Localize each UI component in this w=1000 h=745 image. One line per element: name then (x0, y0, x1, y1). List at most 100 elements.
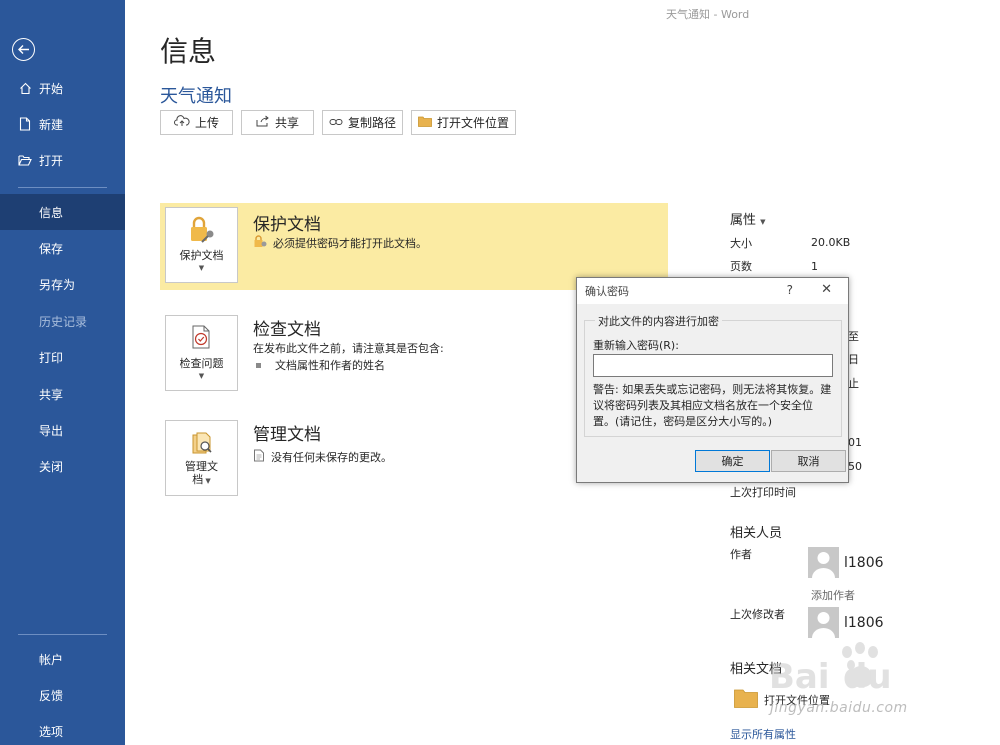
password-warning-text: 警告: 如果丢失或忘记密码，则无法将其恢复。建议将密码列表及其相应文档名放在一个… (593, 383, 832, 428)
sidebar-item-label: 打印 (39, 350, 64, 365)
sidebar-item-history: 历史记录 (0, 303, 125, 339)
page-title: 信息 (160, 35, 217, 68)
manage-document-icon (187, 431, 217, 460)
back-arrow-icon[interactable] (12, 38, 35, 61)
related-people-header: 相关人员 (730, 526, 783, 541)
inspect-document-title: 检查文档 (253, 320, 321, 340)
sidebar-item-share[interactable]: 共享 (0, 376, 125, 412)
share-button[interactable]: 共享 (241, 110, 314, 135)
sidebar-item-new[interactable]: 新建 (0, 106, 125, 142)
partial-value: 至 (848, 330, 859, 343)
watermark-url: jingyan.baidu.com (770, 700, 908, 716)
close-icon[interactable]: ✕ (821, 282, 832, 297)
sidebar-item-account[interactable]: 帐户 (0, 641, 125, 677)
sidebar-item-label: 保存 (39, 241, 64, 256)
sidebar-item-save-as[interactable]: 另存为 (0, 266, 125, 302)
sidebar-item-info[interactable]: 信息 (0, 194, 125, 230)
backstage-sidebar: 开始 新建 打开 信息 保存 另存为 历史记录 打印 共享 导出 关闭 帐户 反… (0, 0, 125, 745)
folder-icon (734, 688, 758, 711)
last-printed-label: 上次打印时间 (730, 486, 796, 499)
properties-header[interactable]: 属性 ▼ (730, 209, 766, 228)
protect-document-title: 保护文档 (253, 215, 321, 235)
sidebar-item-label: 打开 (39, 153, 64, 168)
folder-icon (418, 116, 432, 130)
encrypt-contents-group: 对此文件的内容进行加密 重新输入密码(R): 警告: 如果丢失或忘记密码，则无法… (584, 313, 842, 437)
lock-warning-icon (253, 235, 267, 251)
group-title: 对此文件的内容进行加密 (595, 313, 722, 329)
sidebar-item-label: 选项 (39, 724, 64, 739)
protect-document-description: 必须提供密码才能打开此文档。 (253, 235, 427, 251)
sidebar-item-label: 另存为 (39, 277, 76, 292)
partial-value: 止 (848, 377, 859, 390)
avatar (808, 547, 839, 578)
author-label: 作者 (730, 548, 752, 561)
confirm-password-dialog: 确认密码 ? ✕ 对此文件的内容进行加密 重新输入密码(R): 警告: 如果丢失… (576, 277, 849, 483)
inspect-document-icon (187, 324, 217, 355)
share-icon (256, 115, 270, 130)
sidebar-item-label: 新建 (39, 117, 64, 132)
open-file-location-button[interactable]: 打开文件位置 (411, 110, 516, 135)
dialog-titlebar: 确认密码 ? ✕ (577, 278, 848, 304)
size-label: 大小 (730, 237, 752, 250)
new-document-icon (18, 117, 32, 131)
partial-value: 01 (848, 436, 862, 449)
svg-text:Bai: Bai (769, 657, 830, 697)
sidebar-item-open[interactable]: 打开 (0, 142, 125, 178)
cancel-button[interactable]: 取消 (771, 450, 846, 472)
sidebar-item-label: 导出 (39, 423, 64, 438)
help-icon[interactable]: ? (787, 283, 793, 297)
sidebar-divider (18, 187, 107, 188)
sidebar-item-options[interactable]: 选项 (0, 713, 125, 745)
protect-document-button[interactable]: 保护文档 ▼ (165, 207, 238, 283)
chevron-down-icon: ▼ (198, 264, 205, 272)
reenter-password-label: 重新输入密码(R): (593, 339, 679, 352)
upload-button[interactable]: 上传 (160, 110, 233, 135)
sidebar-item-label: 历史记录 (39, 314, 88, 329)
sidebar-item-feedback[interactable]: 反馈 (0, 677, 125, 713)
document-status-icon (253, 449, 265, 465)
window-title: 天气通知 - Word (666, 8, 750, 21)
sidebar-item-label: 信息 (39, 205, 64, 220)
manage-document-description: 没有任何未保存的更改。 (253, 449, 392, 465)
document-name: 天气通知 (160, 86, 232, 107)
home-icon (18, 81, 32, 95)
sidebar-item-print[interactable]: 打印 (0, 339, 125, 375)
author-name[interactable]: l1806 (844, 555, 884, 571)
sidebar-item-label: 关闭 (39, 459, 64, 474)
manage-document-title: 管理文档 (253, 425, 321, 445)
ok-button[interactable]: 确定 (695, 450, 770, 472)
sidebar-divider (18, 634, 107, 635)
partial-value: 50 (848, 460, 862, 473)
sidebar-item-label: 帐户 (39, 652, 64, 667)
add-author-link[interactable]: 添加作者 (811, 587, 855, 603)
sidebar-item-export[interactable]: 导出 (0, 412, 125, 448)
chevron-down-icon: ▼ (198, 372, 205, 380)
svg-text:du: du (843, 657, 892, 697)
sidebar-item-label: 开始 (39, 81, 64, 96)
bullet-icon (256, 362, 261, 368)
open-folder-icon (18, 153, 32, 167)
chevron-down-icon: ▼ (760, 218, 766, 226)
sidebar-item-label: 反馈 (39, 688, 64, 703)
chevron-down-icon: ▼ (203, 477, 211, 485)
check-for-issues-button[interactable]: 检查问题 ▼ (165, 315, 238, 391)
partial-value: 日 (848, 353, 859, 366)
sidebar-item-label: 共享 (39, 387, 64, 402)
baidu-watermark-logo: Bai du (769, 642, 892, 697)
link-icon (329, 116, 343, 130)
cloud-upload-icon (174, 115, 190, 130)
modifier-name[interactable]: l1806 (844, 615, 884, 631)
dialog-title: 确认密码 (585, 285, 629, 298)
pages-value: 1 (811, 260, 818, 273)
size-value: 20.0KB (811, 236, 851, 249)
manage-document-button[interactable]: 管理文 档 ▼ (165, 420, 238, 496)
reenter-password-input[interactable] (593, 354, 833, 377)
copy-path-button[interactable]: 复制路径 (322, 110, 403, 135)
lock-key-icon (187, 216, 217, 247)
sidebar-item-save[interactable]: 保存 (0, 230, 125, 266)
last-modified-by-label: 上次修改者 (730, 608, 785, 621)
inspect-document-description: 在发布此文件之前，请注意其是否包含: (253, 342, 444, 355)
inspect-bullet-item: 文档属性和作者的姓名 (253, 357, 385, 373)
sidebar-item-home[interactable]: 开始 (0, 70, 125, 106)
sidebar-item-close[interactable]: 关闭 (0, 448, 125, 484)
